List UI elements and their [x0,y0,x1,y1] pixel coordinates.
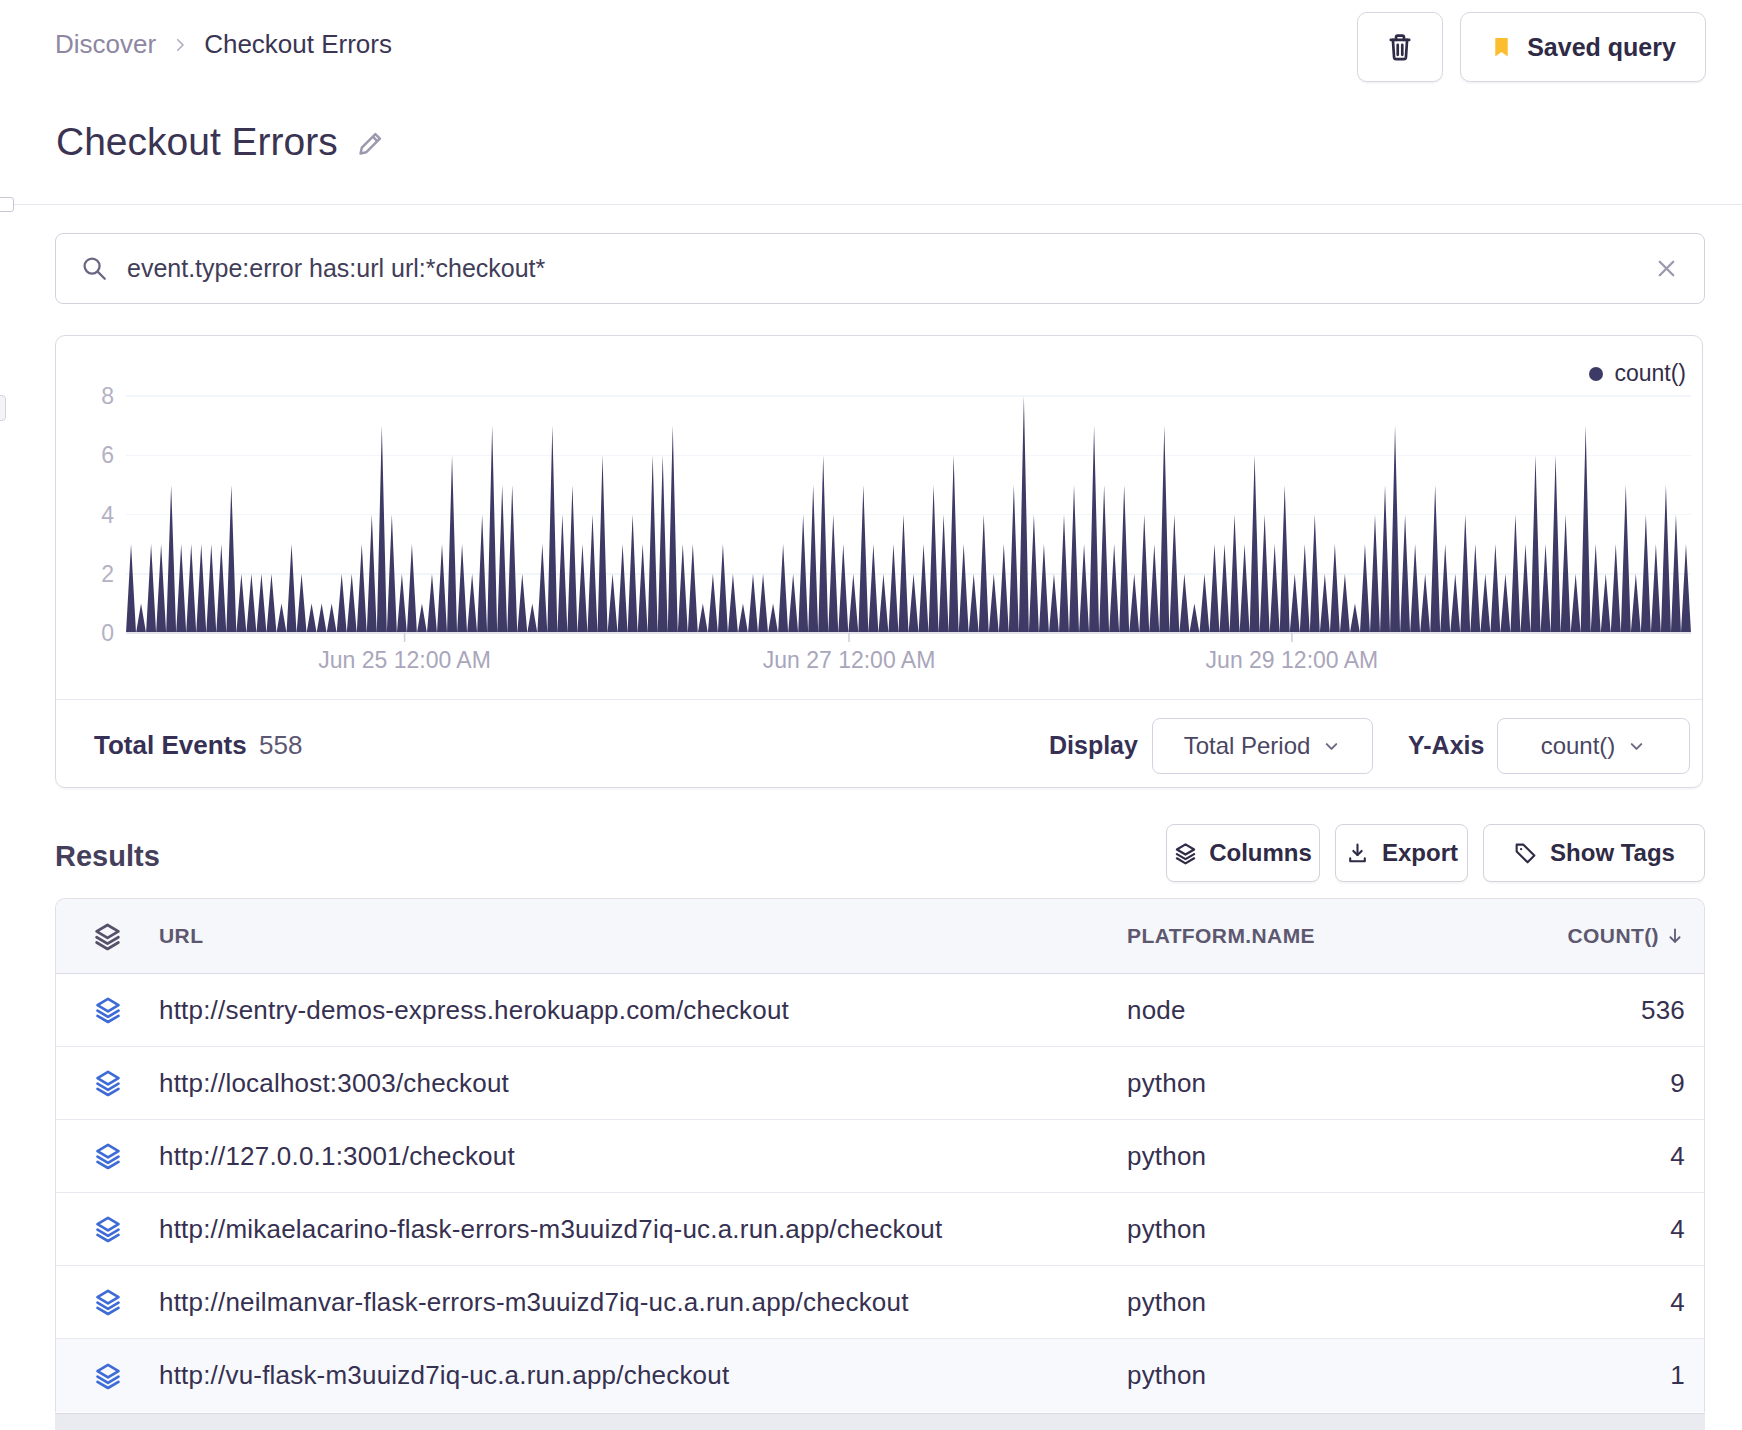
table-row[interactable]: http://mikaelacarino-flask-errors-m3uuiz… [56,1193,1704,1266]
chevron-down-icon [1627,737,1646,756]
url-cell[interactable]: http://mikaelacarino-flask-errors-m3uuiz… [159,1214,1127,1245]
page-title: Checkout Errors [56,120,338,164]
display-label: Display [1049,731,1138,760]
columns-button-label: Columns [1209,839,1312,867]
column-header-count[interactable]: COUNT() [1467,924,1704,948]
x-tick-label: Jun 29 12:00 AM [1206,647,1379,674]
stack-icon[interactable] [94,1215,122,1243]
chevron-down-icon [1322,737,1341,756]
show-tags-button[interactable]: Show Tags [1483,824,1705,882]
total-events-value: 558 [259,730,302,761]
saved-query-button[interactable]: Saved query [1460,12,1706,82]
sidebar-collapse-handle[interactable] [0,197,14,212]
stack-icon[interactable] [94,1142,122,1170]
search-icon [80,254,109,283]
url-cell[interactable]: http://vu-flask-m3uuizd7iq-uc.a.run.app/… [159,1360,1127,1391]
table-body: http://sentry-demos-express.herokuapp.co… [56,974,1704,1412]
stack-icon[interactable] [94,1288,122,1316]
url-cell[interactable]: http://127.0.0.1:3001/checkout [159,1141,1127,1172]
platform-cell: python [1127,1360,1467,1391]
export-button-label: Export [1382,839,1458,867]
breadcrumb-discover[interactable]: Discover [55,29,156,60]
y-tick-label: 0 [56,619,114,647]
count-cell: 4 [1467,1214,1704,1245]
divider [0,204,1742,205]
table-header-row: URL PLATFORM.NAME COUNT() [56,899,1704,974]
edge-toggle[interactable] [0,395,6,421]
results-heading: Results [55,840,160,873]
discover-page: Discover Checkout Errors Saved query Che… [0,0,1742,1430]
x-tick-label: Jun 27 12:00 AM [763,647,936,674]
chart-footer: Total Events 558 Display Total Period Y-… [56,699,1702,788]
table-row[interactable]: http://127.0.0.1:3001/checkoutpython4 [56,1120,1704,1193]
stack-icon [93,922,122,951]
download-icon [1345,841,1370,866]
y-axis-dropdown-label: Y-Axis [1408,731,1484,760]
count-cell: 4 [1467,1141,1704,1172]
columns-button[interactable]: Columns [1166,824,1320,882]
search-query-text: event.type:error has:url url:*checkout* [127,254,1653,283]
y-axis-dropdown[interactable]: count() [1497,718,1690,774]
url-cell[interactable]: http://neilmanvar-flask-errors-m3uuizd7i… [159,1287,1127,1318]
chevron-right-icon [171,36,189,54]
count-cell: 4 [1467,1287,1704,1318]
bookmark-icon [1490,34,1513,60]
total-events-label: Total Events [94,730,247,761]
y-tick-label: 4 [56,501,114,529]
trash-icon [1383,30,1417,64]
results-table: URL PLATFORM.NAME COUNT() http://sentry-… [55,898,1705,1412]
table-bottom-strip [55,1413,1705,1430]
export-button[interactable]: Export [1335,824,1468,882]
layers-icon [1174,842,1197,865]
show-tags-button-label: Show Tags [1550,839,1675,867]
clear-search-icon[interactable] [1653,255,1680,282]
platform-cell: python [1127,1287,1467,1318]
url-cell[interactable]: http://localhost:3003/checkout [159,1068,1127,1099]
platform-cell: python [1127,1141,1467,1172]
stack-icon[interactable] [94,1362,122,1390]
stack-icon[interactable] [94,1069,122,1097]
url-cell[interactable]: http://sentry-demos-express.herokuapp.co… [159,995,1127,1026]
saved-query-label: Saved query [1527,33,1676,62]
column-header-platform[interactable]: PLATFORM.NAME [1127,924,1467,948]
y-tick-label: 6 [56,441,114,469]
y-axis-dropdown-value: count() [1541,732,1616,760]
count-cell: 9 [1467,1068,1704,1099]
table-row[interactable]: http://vu-flask-m3uuizd7iq-uc.a.run.app/… [56,1339,1704,1412]
display-dropdown[interactable]: Total Period [1152,718,1373,774]
breadcrumb-current: Checkout Errors [204,29,392,60]
x-tick-label: Jun 25 12:00 AM [318,647,491,674]
table-row[interactable]: http://sentry-demos-express.herokuapp.co… [56,974,1704,1047]
tag-icon [1513,841,1538,866]
platform-cell: node [1127,995,1467,1026]
table-row[interactable]: http://neilmanvar-flask-errors-m3uuizd7i… [56,1266,1704,1339]
count-cell: 536 [1467,995,1704,1026]
platform-cell: python [1127,1068,1467,1099]
display-dropdown-value: Total Period [1184,732,1311,760]
chart-plot [126,376,1691,646]
stack-icon[interactable] [94,996,122,1024]
count-cell: 1 [1467,1360,1704,1391]
chart-panel: count() 0 2 4 6 8 Jun 25 12:00 AM Jun 27 12:0… [55,335,1703,788]
y-tick-label: 2 [56,560,114,588]
column-header-url[interactable]: URL [159,924,1127,948]
search-input[interactable]: event.type:error has:url url:*checkout* [55,233,1705,304]
edit-pencil-icon[interactable] [356,127,387,158]
breadcrumb: Discover Checkout Errors [55,29,392,60]
platform-cell: python [1127,1214,1467,1245]
table-row[interactable]: http://localhost:3003/checkoutpython9 [56,1047,1704,1120]
sort-desc-icon [1665,926,1685,946]
delete-query-button[interactable] [1357,12,1443,82]
y-tick-label: 8 [56,382,114,410]
